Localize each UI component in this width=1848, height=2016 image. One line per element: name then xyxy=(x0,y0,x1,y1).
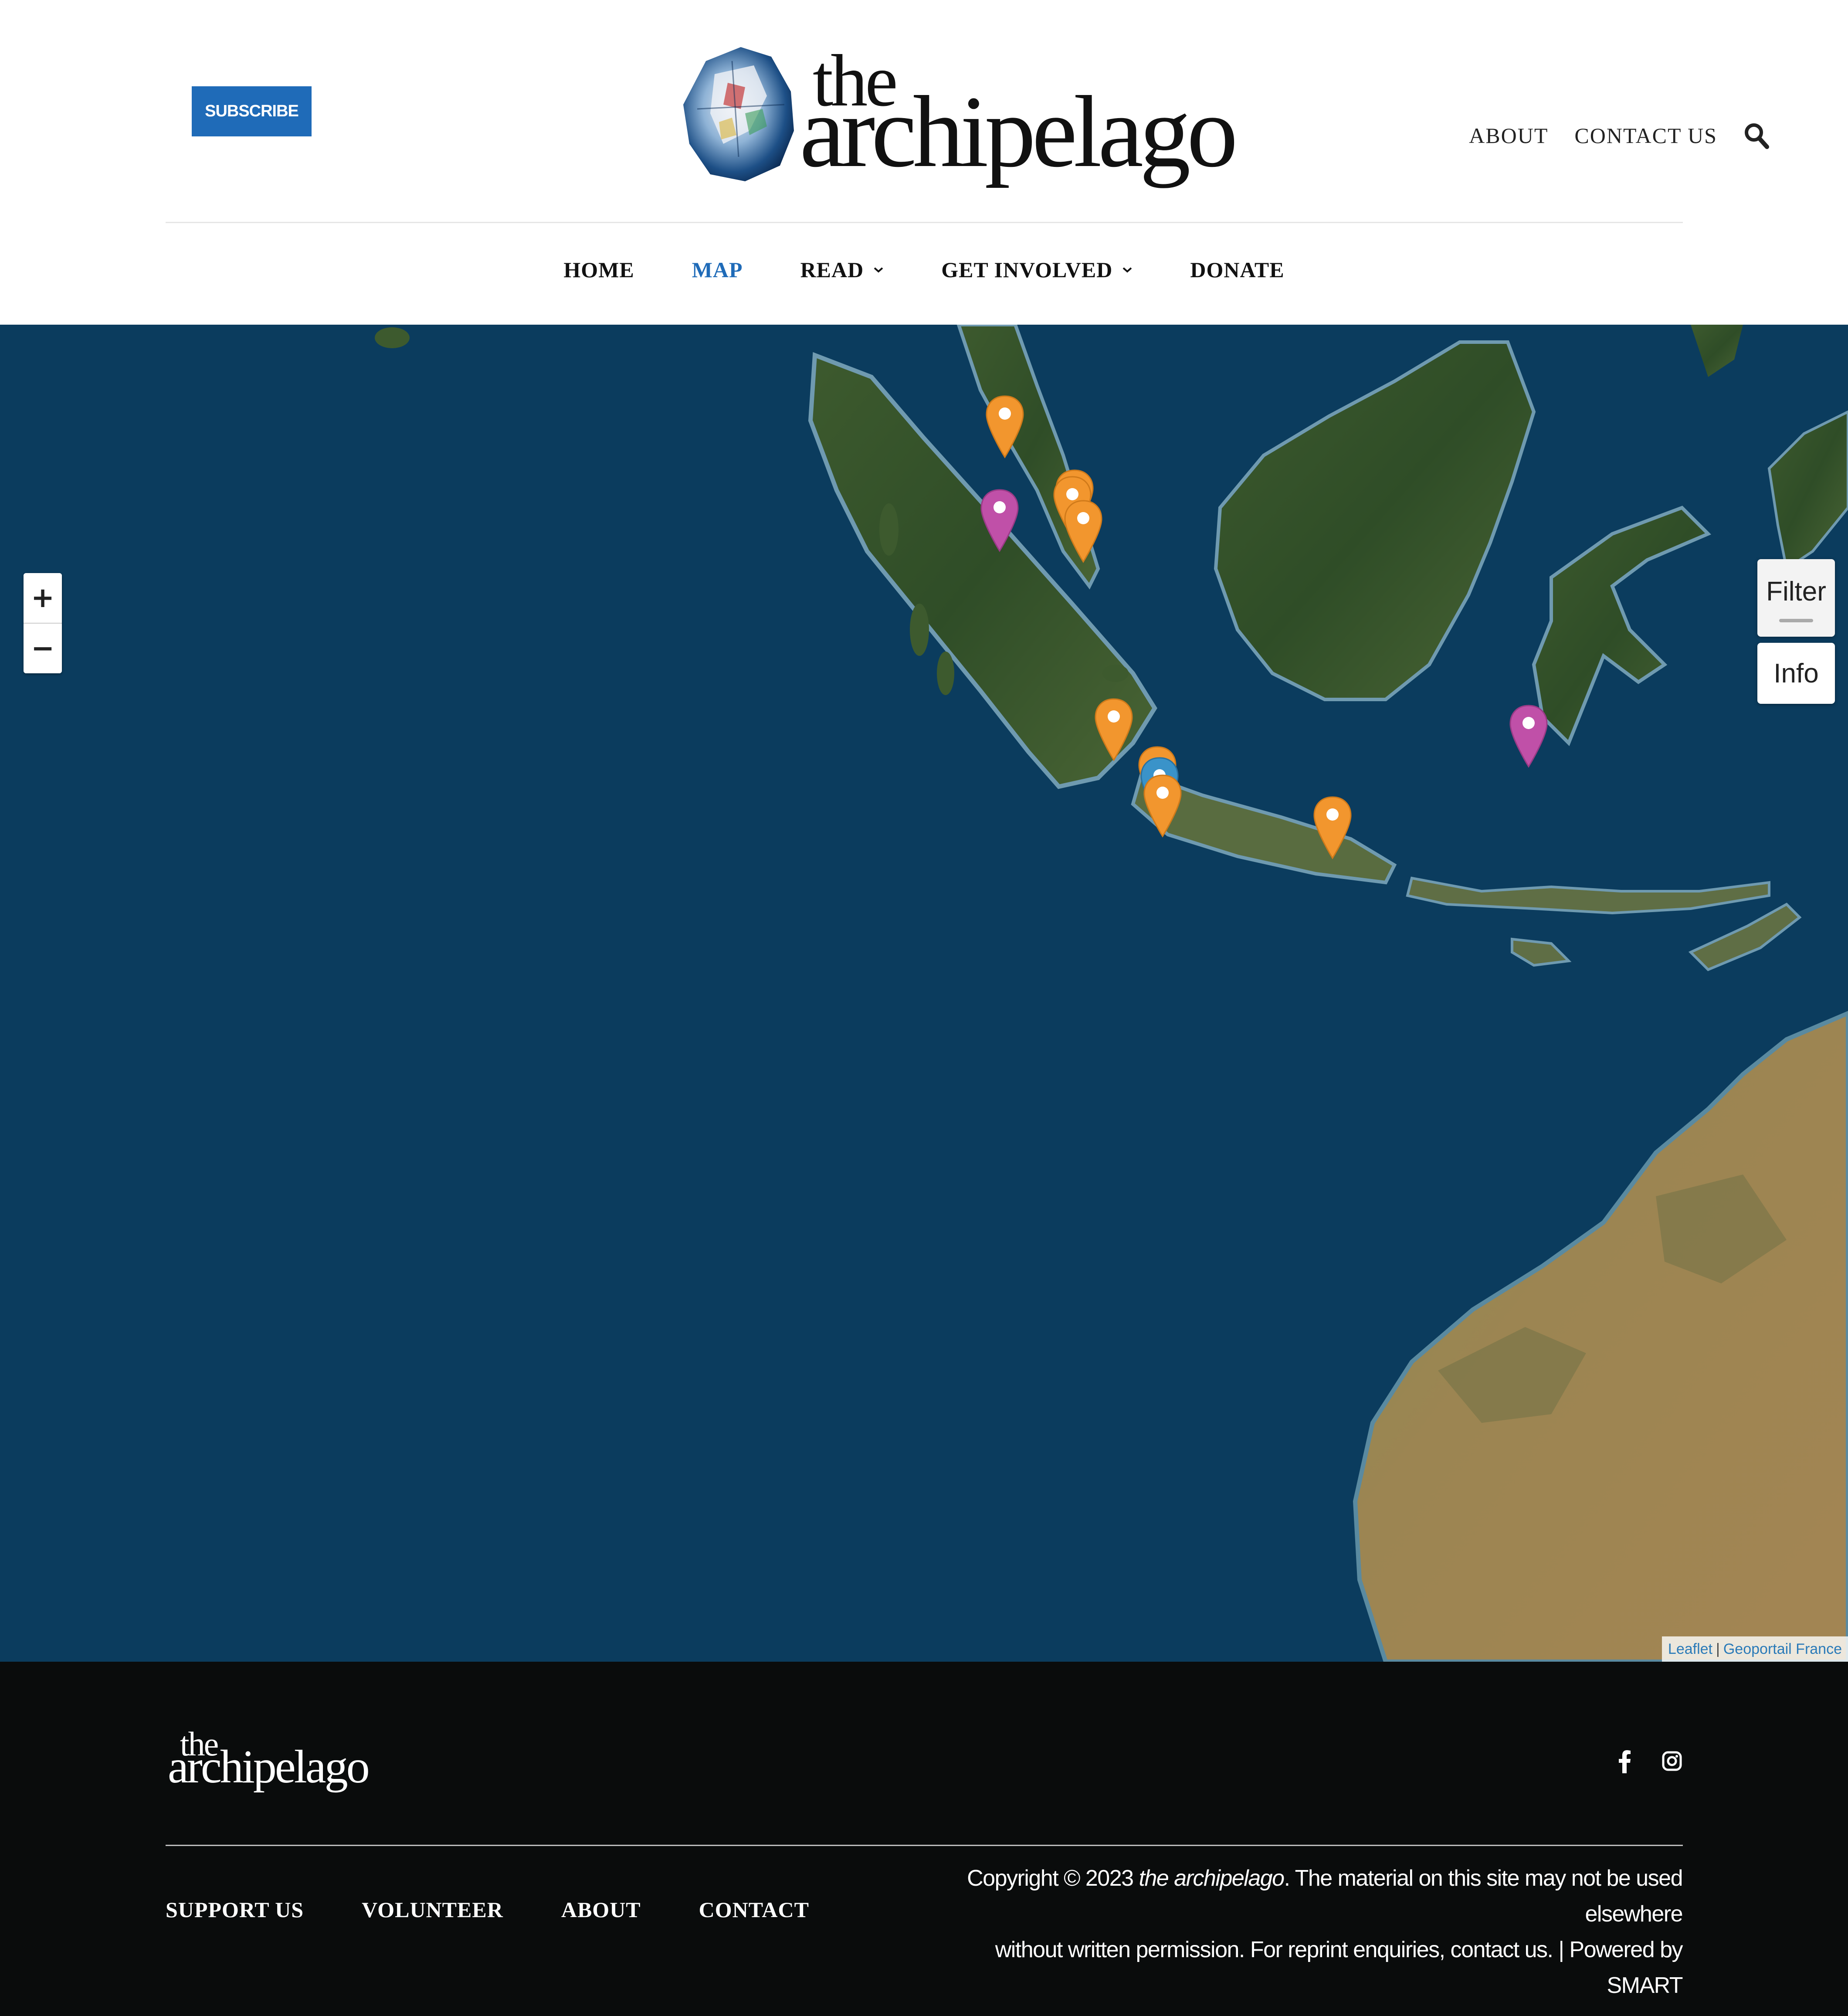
site-logo[interactable]: the archipelago xyxy=(680,39,1238,187)
map-attribution: Leaflet | Geoportail France xyxy=(1662,1636,1848,1662)
leaflet-link[interactable]: Leaflet xyxy=(1668,1641,1712,1658)
footer-volunteer-link[interactable]: VOLUNTEER xyxy=(362,1897,503,1922)
filter-handle-icon xyxy=(1779,619,1813,622)
footer-nav: SUPPORT US VOLUNTEER ABOUT CONTACT xyxy=(166,1897,809,1922)
map-marker[interactable] xyxy=(1094,697,1134,762)
facebook-icon[interactable] xyxy=(1614,1749,1635,1773)
map-marker[interactable] xyxy=(985,394,1025,459)
nav-donate-label: DONATE xyxy=(1190,258,1285,282)
zoom-out-button[interactable]: − xyxy=(24,624,62,673)
copyright-site-name: the archipelago xyxy=(1139,1866,1285,1891)
header-divider xyxy=(166,222,1683,223)
about-link[interactable]: ABOUT xyxy=(1469,123,1548,148)
footer-contact-link[interactable]: CONTACT xyxy=(699,1897,809,1922)
site-header: SUBSCRIBE the archipelago ABOUT CONTACT … xyxy=(0,0,1848,325)
copyright-line1: . The material on this site may not be u… xyxy=(1284,1866,1683,1927)
copyright-prefix: Copyright © 2023 xyxy=(967,1866,1139,1891)
info-button[interactable]: Info xyxy=(1757,643,1835,704)
filter-button[interactable]: Filter xyxy=(1757,559,1835,637)
subscribe-button[interactable]: SUBSCRIBE xyxy=(192,86,312,136)
globe-logo-icon xyxy=(683,47,794,181)
nav-get-involved-label: GET INVOLVED xyxy=(941,258,1113,282)
nav-home-label: HOME xyxy=(563,258,634,282)
nav-home[interactable]: HOME xyxy=(563,257,634,282)
map-view[interactable]: + − Filter Info Leaflet | Geoportail Fra… xyxy=(0,325,1848,1662)
geoportail-link[interactable]: Geoportail France xyxy=(1723,1641,1842,1658)
zoom-control: + − xyxy=(24,573,62,673)
nav-read[interactable]: READ xyxy=(800,257,884,282)
search-icon[interactable] xyxy=(1743,122,1770,149)
utility-nav: ABOUT CONTACT US xyxy=(1469,122,1770,149)
nav-map[interactable]: MAP xyxy=(692,257,743,282)
nav-read-label: READ xyxy=(800,258,864,282)
chevron-down-icon xyxy=(874,267,883,273)
attribution-separator: | xyxy=(1716,1640,1720,1657)
map-marker[interactable] xyxy=(980,488,1020,553)
map-satellite-tiles[interactable] xyxy=(0,325,1848,1662)
nav-donate[interactable]: DONATE xyxy=(1190,257,1284,282)
footer-divider xyxy=(166,1845,1683,1846)
nav-get-involved[interactable]: GET INVOLVED xyxy=(941,257,1133,282)
filter-label: Filter xyxy=(1766,577,1826,607)
footer-logo-archipelago: archipelago xyxy=(168,1741,370,1793)
map-marker[interactable] xyxy=(1063,499,1103,563)
copyright-line2: without written permission. For reprint … xyxy=(995,1937,1683,1998)
zoom-in-button[interactable]: + xyxy=(24,573,62,623)
chevron-down-icon xyxy=(1123,267,1132,273)
nav-map-label: MAP xyxy=(692,258,743,282)
map-marker[interactable] xyxy=(1312,795,1353,860)
main-nav: HOME MAP READ GET INVOLVED DONATE xyxy=(0,257,1848,282)
map-marker[interactable] xyxy=(1143,774,1183,838)
footer-logo[interactable]: the archipelago xyxy=(168,1727,370,1792)
social-links xyxy=(1614,1749,1682,1773)
instagram-icon[interactable] xyxy=(1662,1749,1682,1773)
contact-us-link[interactable]: CONTACT US xyxy=(1574,123,1717,148)
footer-support-us-link[interactable]: SUPPORT US xyxy=(166,1897,304,1922)
map-marker[interactable] xyxy=(1509,704,1549,768)
copyright-text: Copyright © 2023 the archipelago. The ma… xyxy=(942,1860,1683,2003)
site-footer: the archipelago SUPPORT US VOLUNTEER ABO… xyxy=(0,1662,1848,2016)
logo-text-archipelago: archipelago xyxy=(800,75,1238,188)
footer-about-link[interactable]: ABOUT xyxy=(561,1897,641,1922)
